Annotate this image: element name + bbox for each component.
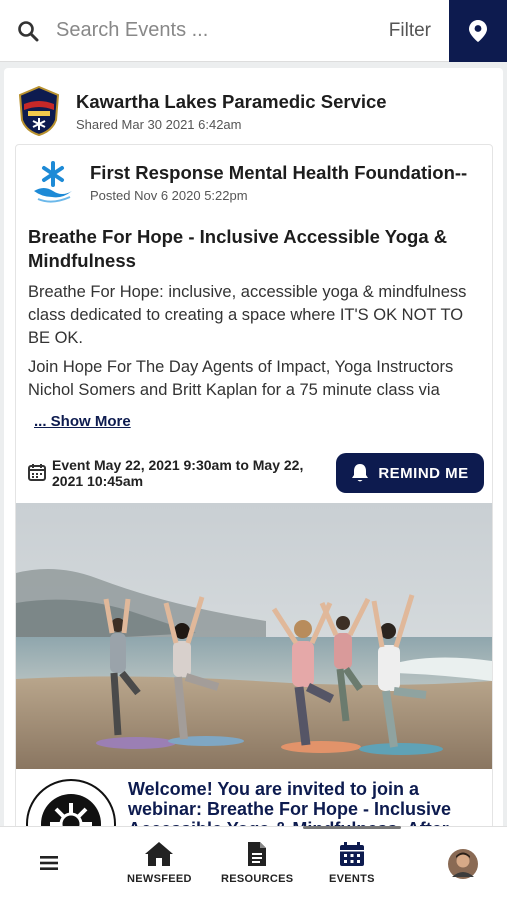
calendar-icon bbox=[28, 464, 46, 481]
event-title[interactable]: Breathe For Hope - Inclusive Accessible … bbox=[28, 225, 468, 273]
bell-icon bbox=[352, 464, 369, 482]
nav-newsfeed[interactable]: NEWSFEED bbox=[127, 841, 192, 885]
shared-post: First Response Mental Health Foundation-… bbox=[15, 144, 493, 826]
search-icon[interactable] bbox=[0, 0, 56, 62]
nav-events[interactable]: EVENTS bbox=[329, 841, 375, 885]
sharer-name[interactable]: Kawartha Lakes Paramedic Service bbox=[76, 91, 387, 113]
posted-date: Posted Nov 6 2020 5:22pm bbox=[90, 187, 248, 203]
home-indicator bbox=[303, 826, 401, 829]
description-paragraph-1: Breathe For Hope: inclusive, accessible … bbox=[28, 283, 467, 347]
sharer-header: Kawartha Lakes Paramedic Service Shared … bbox=[18, 86, 387, 136]
filter-button[interactable]: Filter bbox=[371, 0, 449, 62]
description-paragraph-2: Join Hope For The Day Agents of Impact, … bbox=[28, 358, 454, 399]
event-row: Event May 22, 2021 9:30am to May 22, 202… bbox=[28, 453, 484, 493]
bottom-navigation: NEWSFEED RESOURCES EVENTS bbox=[0, 826, 507, 900]
search-input[interactable] bbox=[56, 0, 371, 62]
org-header: First Response Mental Health Foundation-… bbox=[30, 159, 467, 205]
avatar bbox=[448, 849, 478, 879]
shared-date: Shared Mar 30 2021 6:42am bbox=[76, 116, 242, 132]
first-response-logo-icon bbox=[34, 161, 72, 203]
show-more-link[interactable]: ... Show More bbox=[34, 413, 131, 430]
event-card: Kawartha Lakes Paramedic Service Shared … bbox=[4, 68, 503, 826]
event-date-text: Event May 22, 2021 9:30am to May 22, 202… bbox=[52, 457, 304, 489]
home-icon bbox=[145, 842, 174, 866]
search-bar: Filter bbox=[0, 0, 507, 62]
nav-resources[interactable]: RESOURCES bbox=[221, 841, 293, 885]
nav-newsfeed-label: NEWSFEED bbox=[127, 873, 192, 885]
event-photo bbox=[16, 503, 492, 769]
document-icon bbox=[248, 842, 267, 866]
profile-avatar[interactable] bbox=[448, 849, 478, 879]
map-pin-icon bbox=[469, 19, 487, 42]
webinar-invite-text: Welcome! You are invited to join a webin… bbox=[128, 779, 452, 826]
paramedic-badge-icon bbox=[18, 86, 60, 136]
remind-me-button[interactable]: REMIND ME bbox=[336, 453, 484, 493]
org-name[interactable]: First Response Mental Health Foundation-… bbox=[90, 162, 467, 184]
hamburger-icon bbox=[40, 856, 58, 870]
event-feed: Kawartha Lakes Paramedic Service Shared … bbox=[0, 62, 507, 826]
nav-events-label: EVENTS bbox=[329, 873, 375, 885]
calendar-icon bbox=[339, 842, 364, 866]
hope-for-the-day-logo bbox=[26, 779, 116, 826]
event-description: Breathe For Hope: inclusive, accessible … bbox=[28, 281, 483, 408]
menu-button[interactable] bbox=[40, 855, 58, 871]
remind-me-label: REMIND ME bbox=[378, 464, 469, 482]
nav-resources-label: RESOURCES bbox=[221, 873, 294, 885]
map-pin-button[interactable] bbox=[449, 0, 507, 62]
webinar-invite: Welcome! You are invited to join a webin… bbox=[26, 779, 488, 826]
event-datetime: Event May 22, 2021 9:30am to May 22, 202… bbox=[28, 457, 317, 489]
